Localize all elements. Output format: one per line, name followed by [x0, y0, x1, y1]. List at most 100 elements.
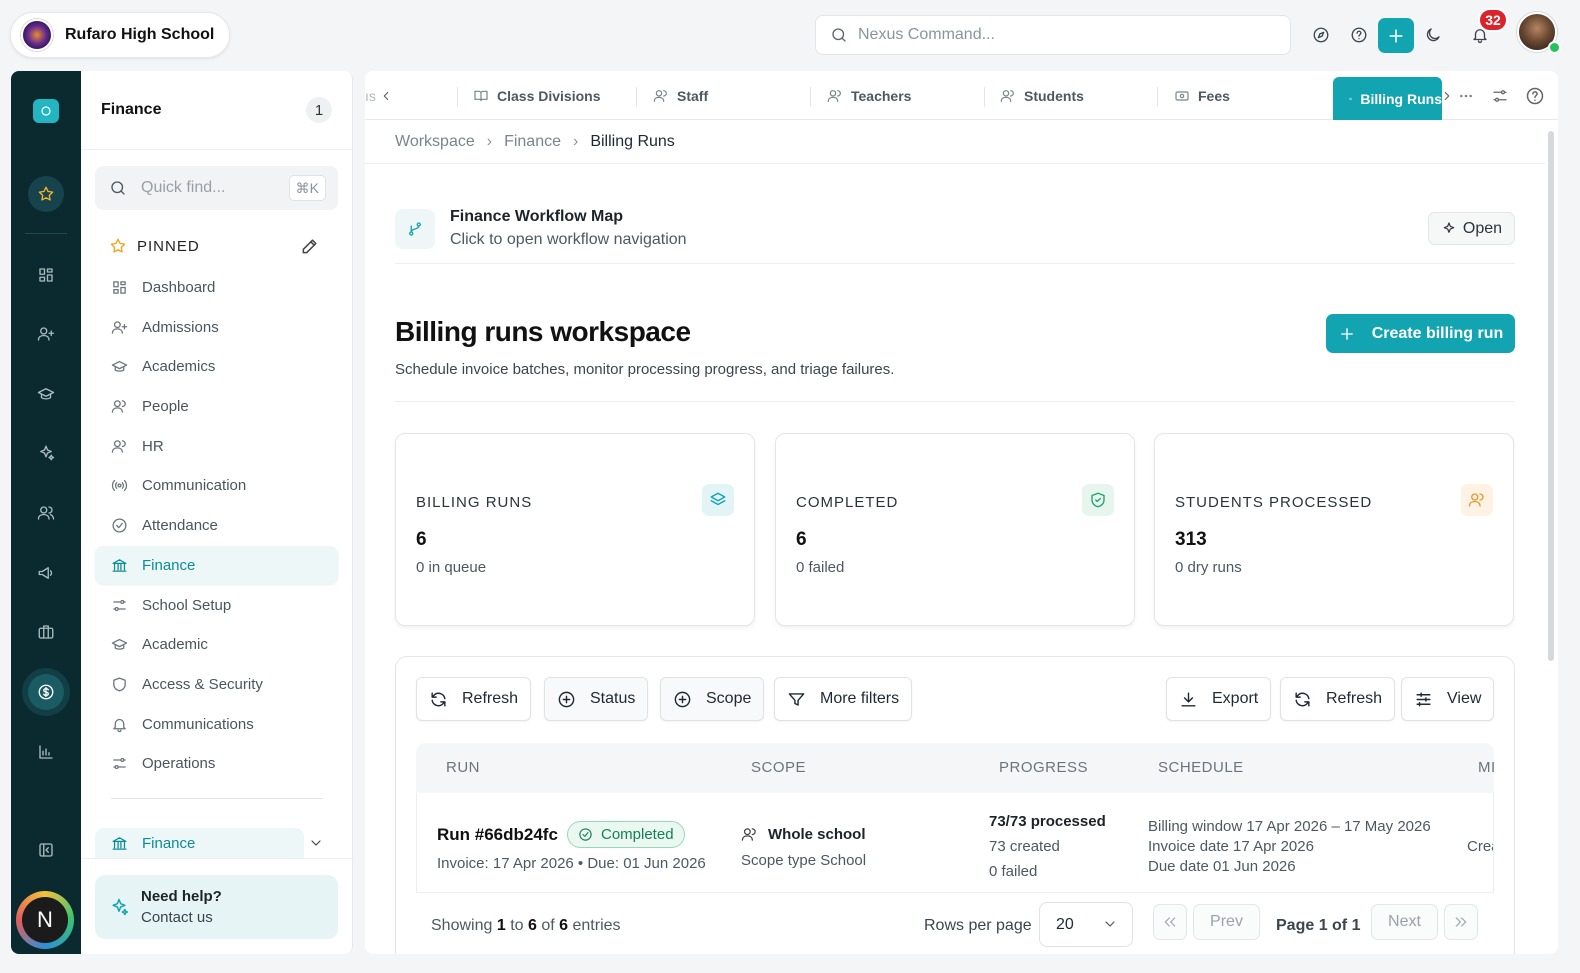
breadcrumb-workspace[interactable]: Workspace	[395, 133, 475, 151]
collapse-sidebar-icon[interactable]	[28, 832, 64, 868]
export-button[interactable]: Export	[1166, 677, 1272, 721]
first-page-button[interactable]	[1153, 904, 1187, 940]
sidebar-item-dashboard[interactable]: Dashboard	[95, 268, 338, 306]
sidebar-item-label: School Setup	[142, 596, 232, 614]
tab-staff[interactable]: Staff	[653, 71, 708, 120]
sidebar-item-attendance[interactable]: Attendance	[95, 506, 338, 544]
showing-entries: Showing 1 to 6 of 6 entries	[431, 917, 621, 934]
progress-created: 73 created	[989, 838, 1060, 855]
more-tabs-icon[interactable]	[1458, 71, 1482, 120]
refresh-button[interactable]: Refresh	[416, 677, 532, 721]
column-header[interactable]: RUN	[446, 759, 480, 776]
section-finance[interactable]: Finance	[95, 828, 304, 858]
bank-icon	[112, 558, 127, 572]
command-search[interactable]: Nexus Command...	[815, 15, 1291, 55]
sidebar-item-communications[interactable]: Communications	[95, 705, 338, 743]
dashboard-icon[interactable]	[28, 257, 64, 293]
tab-divider	[810, 87, 811, 107]
users-icon[interactable]	[28, 495, 64, 531]
column-header[interactable]: SCHEDULE	[1158, 759, 1244, 776]
school-switcher[interactable]: Rufaro High School	[10, 12, 230, 58]
run-id[interactable]: Run #66db24fc	[437, 825, 558, 845]
table-header: RUN SCOPE PROGRESS SCHEDULE MI	[416, 743, 1496, 793]
chevron-left-icon[interactable]	[379, 71, 401, 120]
progress-processed: 73/73 processed	[989, 813, 1106, 830]
sidebar-header: Finance 1	[81, 71, 352, 150]
tab-settings-icon[interactable]	[1491, 71, 1517, 120]
last-page-button[interactable]	[1444, 904, 1478, 940]
status-filter-button[interactable]: Status	[544, 677, 649, 721]
sidebar-item-finance[interactable]: Finance	[95, 546, 338, 584]
chart-icon[interactable]	[28, 734, 64, 770]
sidebar-item-academics[interactable]: Academics	[95, 347, 338, 385]
stat-card-billing-runs: BILLING RUNS 6 0 in queue	[395, 433, 755, 626]
due-date: Due date 01 Jun 2026	[1148, 858, 1296, 875]
favorites-icon[interactable]	[28, 176, 64, 212]
help-icon[interactable]	[1525, 71, 1553, 120]
tab-fees[interactable]: Fees	[1174, 71, 1230, 120]
sidebar-item-label: HR	[142, 437, 164, 455]
page-info: Page 1 of 1	[1276, 917, 1361, 934]
sidebar-item-academic[interactable]: Academic	[95, 625, 338, 663]
refresh-table-button[interactable]: Refresh	[1280, 677, 1396, 721]
open-workflow-button[interactable]: Open	[1428, 212, 1515, 245]
create-billing-run-button[interactable]: Create billing run	[1326, 314, 1515, 353]
compass-icon[interactable]	[1306, 20, 1336, 50]
breadcrumb-finance[interactable]: Finance	[504, 133, 561, 151]
tab-partial[interactable]: ıs	[365, 71, 376, 120]
sidebar-item-school-setup[interactable]: School Setup	[95, 586, 338, 624]
moon-icon[interactable]	[1418, 20, 1448, 50]
pinned-label: PINNED	[137, 237, 200, 255]
workflow-subtitle[interactable]: Click to open workflow navigation	[450, 231, 687, 249]
briefcase-icon[interactable]	[28, 614, 64, 650]
table-row[interactable]: Run #66db24fc Completed Invoice: 17 Apr …	[416, 793, 1494, 893]
rail-divider	[25, 233, 67, 234]
view-options-button[interactable]: View	[1401, 677, 1495, 721]
sliders-icon	[1416, 691, 1431, 707]
admissions-icon[interactable]	[28, 316, 64, 352]
column-header[interactable]: PROGRESS	[999, 759, 1088, 776]
command-placeholder: Nexus Command...	[858, 26, 995, 43]
user-menu[interactable]: N	[16, 891, 74, 949]
sparkles-icon[interactable]	[28, 435, 64, 471]
edit-pinned-icon[interactable]	[300, 236, 320, 256]
sidebar-item-access-security[interactable]: Access & Security	[95, 665, 338, 703]
rows-per-page-select[interactable]: 20	[1039, 902, 1133, 947]
tab-students[interactable]: Students	[1000, 71, 1084, 120]
chevron-down-icon[interactable]	[308, 835, 324, 851]
main-scrollbar[interactable]	[1548, 131, 1554, 661]
user-plus-icon	[111, 320, 128, 334]
more-filters-button[interactable]: More filters	[774, 677, 913, 721]
sidebar-item-people[interactable]: People	[95, 387, 338, 425]
finance-icon[interactable]	[28, 674, 64, 710]
sidebar-item-operations[interactable]: Operations	[95, 744, 338, 782]
megaphone-icon[interactable]	[28, 555, 64, 591]
graduation-cap-icon[interactable]	[28, 376, 64, 412]
help-icon[interactable]	[1344, 20, 1374, 50]
column-header[interactable]: MI	[1478, 759, 1496, 776]
prev-page-button[interactable]: Prev	[1193, 904, 1260, 940]
tab-teachers[interactable]: Teachers	[827, 71, 911, 120]
quick-add-button[interactable]	[1378, 18, 1414, 53]
quick-find-input[interactable]: Quick find... ⌘K	[95, 166, 338, 210]
divider	[395, 401, 1515, 402]
app-logo-icon[interactable]	[33, 99, 59, 123]
column-header[interactable]: SCOPE	[751, 759, 806, 776]
sidebar-item-hr[interactable]: HR	[95, 427, 338, 465]
tab-divider	[457, 87, 458, 107]
sidebar-item-label: Operations	[142, 754, 216, 772]
broadcast-icon	[111, 479, 128, 491]
help-link[interactable]: Contact us	[141, 909, 222, 926]
tab-billing-runs[interactable]: Billing Runs	[1333, 77, 1442, 120]
scope-filter-button[interactable]: Scope	[660, 677, 765, 721]
tab-class-divisions[interactable]: Class Divisions	[473, 71, 601, 120]
workflow-title[interactable]: Finance Workflow Map	[450, 208, 623, 226]
pagination-bar: Showing 1 to 6 of 6 entries Rows per pag…	[396, 893, 1516, 954]
sidebar-item-communication[interactable]: Communication	[95, 466, 338, 504]
sidebar-item-admissions[interactable]: Admissions	[95, 308, 338, 346]
run-dates: Invoice: 17 Apr 2026 • Due: 01 Jun 2026	[437, 855, 706, 872]
help-card[interactable]: Need help? Contact us	[95, 875, 338, 939]
next-page-button[interactable]: Next	[1371, 904, 1438, 940]
sidebar-item-label: Finance	[142, 556, 196, 574]
sidebar-item-label: Academic	[142, 635, 208, 653]
